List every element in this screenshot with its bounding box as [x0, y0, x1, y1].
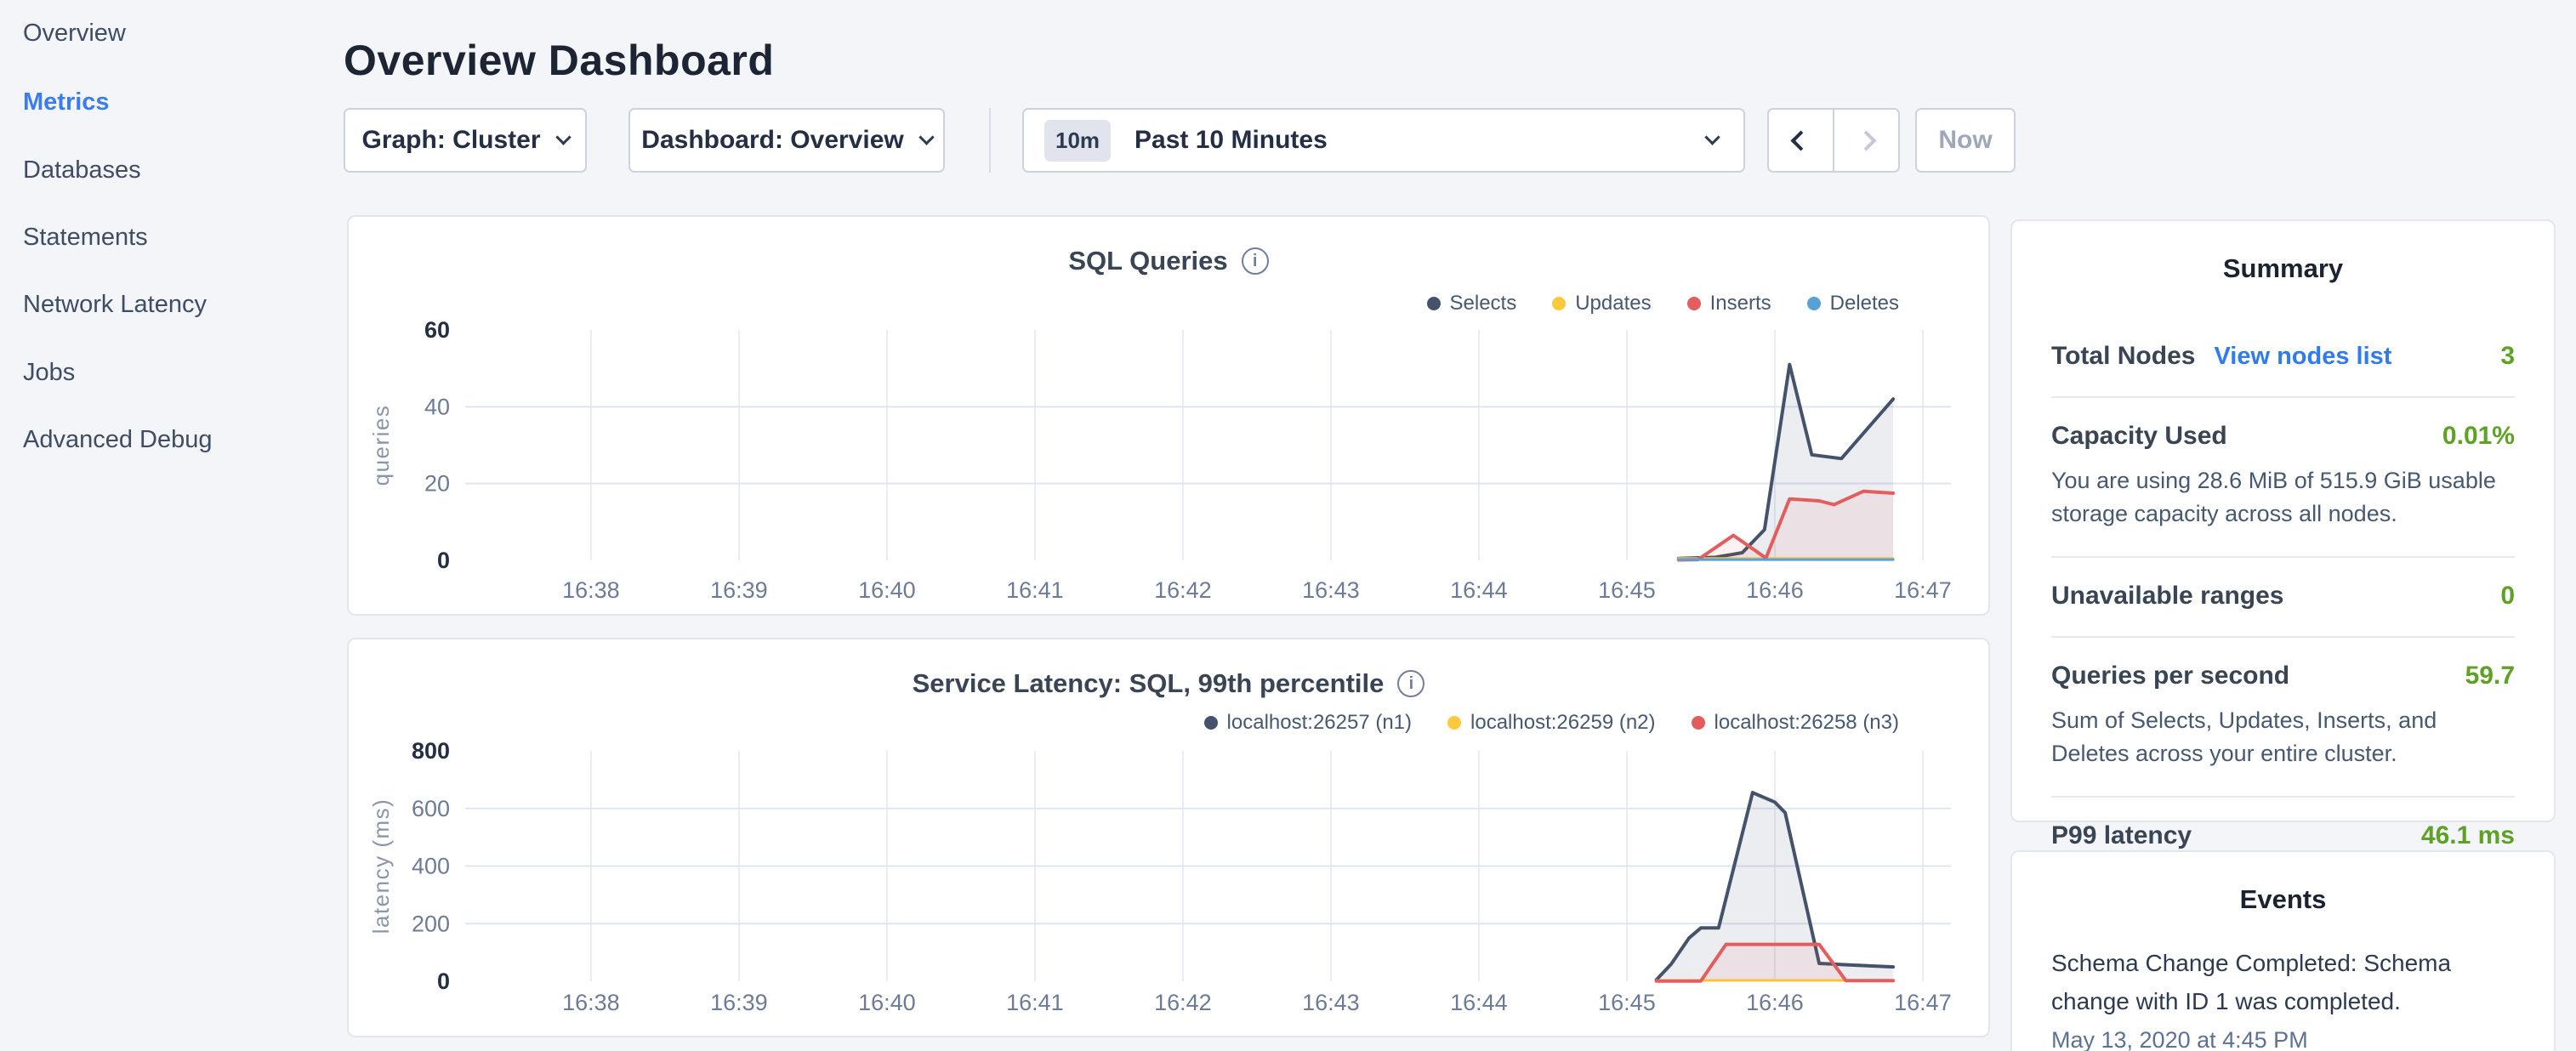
page-title: Overview Dashboard [344, 36, 774, 85]
svg-text:16:40: 16:40 [858, 990, 916, 1015]
sidebar-item-databases[interactable]: Databases [23, 156, 141, 184]
sql-queries-chart[interactable]: 16:38 16:39 16:40 16:41 16:42 16:43 16:44 16:45… [349, 217, 1992, 617]
svg-text:16:40: 16:40 [858, 577, 916, 603]
svg-text:60: 60 [424, 317, 450, 343]
summary-row-value: 59.7 [2465, 662, 2515, 690]
chevron-down-icon [1704, 129, 1720, 145]
chevron-right-icon [1856, 130, 1876, 151]
time-range-dropdown[interactable]: 10m Past 10 Minutes [1022, 108, 1745, 173]
svg-text:16:38: 16:38 [562, 577, 620, 603]
sidebar: Overview Metrics Databases Statements Networ… [0, 0, 332, 1051]
svg-text:0: 0 [437, 969, 450, 994]
summary-row-label: Total Nodes [2051, 342, 2195, 371]
summary-row-capacity-used: Capacity Used 0.01% You are using 28.6 MiB… [2051, 398, 2515, 558]
events-title: Events [2012, 884, 2554, 915]
svg-text:40: 40 [424, 394, 450, 419]
summary-row-description: Sum of Selects, Updates, Inserts, and De… [2051, 704, 2515, 770]
now-button[interactable]: Now [1915, 108, 2016, 173]
summary-row-description: You are using 28.6 MiB of 515.9 GiB usab… [2051, 464, 2515, 531]
chevron-left-icon [1790, 130, 1811, 151]
summary-row-label: P99 latency [2051, 821, 2192, 850]
svg-text:600: 600 [412, 796, 450, 821]
service-latency-chart[interactable]: 16:38 16:39 16:40 16:41 16:42 16:43 16:44 16:45… [349, 639, 1992, 1039]
svg-text:16:45: 16:45 [1598, 577, 1656, 603]
svg-text:16:39: 16:39 [710, 990, 768, 1015]
graph-dropdown-label: Graph: Cluster [361, 126, 540, 155]
time-back-button[interactable] [1769, 110, 1834, 171]
svg-text:0: 0 [437, 548, 450, 573]
svg-text:16:38: 16:38 [562, 990, 620, 1015]
svg-text:16:43: 16:43 [1302, 577, 1360, 603]
sidebar-item-statements[interactable]: Statements [23, 224, 148, 251]
chevron-down-icon [918, 129, 934, 145]
event-timestamp: May 13, 2020 at 4:45 PM [2051, 1027, 2515, 1051]
svg-text:16:47: 16:47 [1894, 990, 1952, 1015]
svg-text:20: 20 [424, 471, 450, 497]
summary-row-label: Unavailable ranges [2051, 582, 2283, 611]
svg-text:400: 400 [412, 854, 450, 879]
time-range-badge: 10m [1044, 120, 1111, 162]
svg-text:latency (ms): latency (ms) [368, 798, 394, 935]
svg-text:16:41: 16:41 [1006, 990, 1064, 1015]
svg-text:16:46: 16:46 [1746, 990, 1804, 1015]
sidebar-item-overview[interactable]: Overview [23, 20, 126, 47]
summary-row-label: Queries per second [2051, 662, 2289, 690]
svg-text:200: 200 [412, 911, 450, 936]
summary-row-value: 46.1 ms [2421, 821, 2515, 850]
sidebar-item-advanced-debug[interactable]: Advanced Debug [23, 426, 213, 453]
chevron-down-icon [555, 129, 571, 145]
dashboard-dropdown-label: Dashboard: Overview [641, 126, 903, 155]
graph-dropdown[interactable]: Graph: Cluster [344, 108, 587, 173]
svg-text:16:46: 16:46 [1746, 577, 1804, 603]
sidebar-item-jobs[interactable]: Jobs [23, 359, 75, 386]
svg-text:16:42: 16:42 [1154, 577, 1212, 603]
svg-text:queries: queries [368, 405, 394, 486]
time-stepper [1767, 108, 1900, 173]
summary-row-label: Capacity Used [2051, 422, 2227, 451]
sidebar-item-network-latency[interactable]: Network Latency [23, 291, 207, 318]
time-forward-button[interactable] [1834, 110, 1898, 171]
toolbar-divider [989, 108, 991, 173]
event-message: Schema Change Completed: Schema change w… [2051, 944, 2515, 1020]
service-latency-chart-card: Service Latency: SQL, 99th percentile i … [347, 638, 1990, 1037]
svg-text:16:39: 16:39 [710, 577, 768, 603]
svg-text:800: 800 [412, 738, 450, 764]
summary-row-total-nodes: Total Nodes View nodes list 3 [2051, 318, 2515, 398]
summary-row-value: 0 [2500, 582, 2515, 611]
summary-title: Summary [2012, 253, 2554, 284]
sql-queries-chart-card: SQL Queries i SelectsUpdatesInsertsDelet… [347, 215, 1990, 616]
summary-panel: Summary Total Nodes View nodes list 3 Capac… [2010, 219, 2556, 822]
svg-text:16:47: 16:47 [1894, 577, 1952, 603]
svg-text:16:41: 16:41 [1006, 577, 1064, 603]
event-item: Schema Change Completed: Schema change w… [2051, 944, 2515, 1051]
time-range-label: Past 10 Minutes [1134, 126, 1707, 155]
sidebar-item-metrics[interactable]: Metrics [23, 88, 110, 116]
svg-text:16:43: 16:43 [1302, 990, 1360, 1015]
view-nodes-list-link[interactable]: View nodes list [2214, 343, 2391, 371]
events-panel: Events Schema Change Completed: Schema c… [2010, 850, 2556, 1051]
summary-row-value: 3 [2500, 342, 2515, 371]
svg-text:16:45: 16:45 [1598, 990, 1656, 1015]
svg-text:16:44: 16:44 [1450, 577, 1508, 603]
summary-row-queries-per-second: Queries per second 59.7 Sum of Selects, Up… [2051, 638, 2515, 798]
dashboard-dropdown[interactable]: Dashboard: Overview [628, 108, 945, 173]
summary-row-unavailable-ranges: Unavailable ranges 0 [2051, 558, 2515, 638]
svg-text:16:44: 16:44 [1450, 990, 1508, 1015]
svg-text:16:42: 16:42 [1154, 990, 1212, 1015]
summary-row-value: 0.01% [2442, 422, 2515, 451]
